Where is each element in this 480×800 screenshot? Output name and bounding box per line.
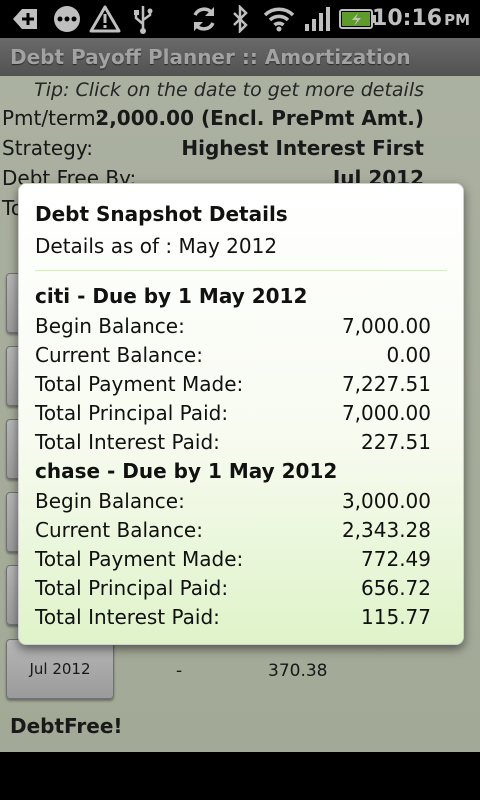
account-header-chase: chase - Due by 1 May 2012 xyxy=(35,459,338,483)
account-header-citi: citi - Due by 1 May 2012 xyxy=(35,284,308,308)
detail-value: 115.77 xyxy=(361,605,431,629)
detail-label: Total Interest Paid: xyxy=(35,430,220,454)
debt-snapshot-dialog: Debt Snapshot Details Details as of : Ma… xyxy=(18,183,464,645)
detail-label: Total Interest Paid: xyxy=(35,605,220,629)
detail-row: Total Principal Paid: 7,000.00 xyxy=(35,401,431,430)
dialog-title: Debt Snapshot Details xyxy=(35,202,288,226)
detail-label: Current Balance: xyxy=(35,343,203,367)
divider xyxy=(35,270,447,271)
detail-value: 7,227.51 xyxy=(341,372,431,396)
detail-label: Total Payment Made: xyxy=(35,547,244,571)
detail-value: 772.49 xyxy=(361,547,431,571)
detail-value: 3,000.00 xyxy=(341,489,431,513)
detail-row: Total Payment Made: 7,227.51 xyxy=(35,372,431,401)
detail-value: 0.00 xyxy=(386,343,431,367)
dialog-subtitle: Details as of : May 2012 xyxy=(35,234,278,258)
detail-row: Current Balance: 0.00 xyxy=(35,343,431,372)
detail-row: Total Payment Made: 772.49 xyxy=(35,547,431,576)
detail-label: Total Principal Paid: xyxy=(35,401,229,425)
detail-label: Begin Balance: xyxy=(35,489,185,513)
detail-label: Current Balance: xyxy=(35,518,203,542)
detail-label: Begin Balance: xyxy=(35,314,185,338)
detail-row: Begin Balance: 7,000.00 xyxy=(35,314,431,343)
detail-value: 7,000.00 xyxy=(341,401,431,425)
detail-row: Total Interest Paid: 115.77 xyxy=(35,605,431,634)
detail-label: Total Payment Made: xyxy=(35,372,244,396)
detail-row: Begin Balance: 3,000.00 xyxy=(35,489,431,518)
detail-value: 7,000.00 xyxy=(341,314,431,338)
detail-row: Total Principal Paid: 656.72 xyxy=(35,576,431,605)
detail-value: 227.51 xyxy=(361,430,431,454)
detail-value: 656.72 xyxy=(361,576,431,600)
dialog-overlay[interactable]: Debt Snapshot Details Details as of : Ma… xyxy=(0,0,480,800)
detail-row: Current Balance: 2,343.28 xyxy=(35,518,431,547)
detail-row: Total Interest Paid: 227.51 xyxy=(35,430,431,459)
detail-label: Total Principal Paid: xyxy=(35,576,229,600)
detail-value: 2,343.28 xyxy=(341,518,431,542)
